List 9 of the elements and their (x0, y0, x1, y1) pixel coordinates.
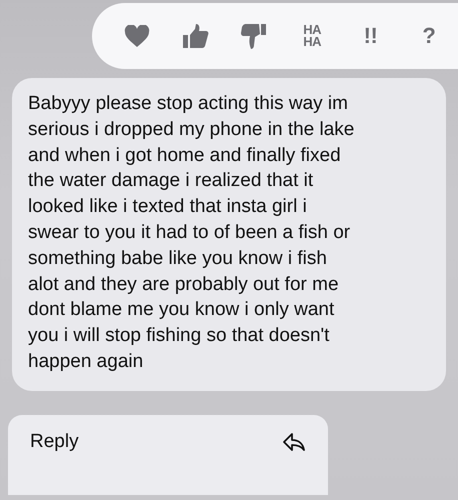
reaction-label[interactable]: HA HA (303, 24, 322, 48)
reply-arrow-icon (282, 432, 306, 452)
thumbs-down-icon[interactable] (240, 22, 268, 50)
reply-menu-item[interactable]: Reply (8, 414, 328, 453)
message-text: Babyyy please stop acting this way im serious i dropped my phone in the lake and when i got home and finally fixed the water damage i realized that it looked like i texted that insta girl i swear to you it had to of been a fish or something babe like you know i fish alot and they are probably out for me dont blame me you know i only want you i will stop fishing so that doesn't happen again (28, 92, 356, 374)
reaction-label[interactable]: ? (422, 25, 436, 47)
thumbs-up-icon[interactable] (182, 23, 209, 49)
heart-icon[interactable] (124, 24, 150, 48)
reaction-label[interactable]: !! (364, 25, 378, 47)
